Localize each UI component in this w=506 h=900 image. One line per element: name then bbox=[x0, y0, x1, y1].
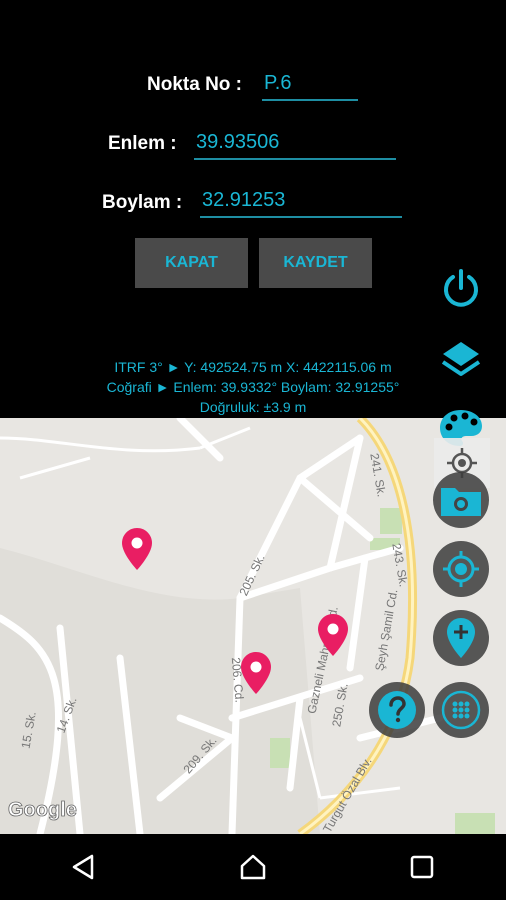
camera-folder-button[interactable] bbox=[433, 472, 489, 528]
back-icon bbox=[73, 854, 94, 880]
add-marker-button[interactable] bbox=[433, 610, 489, 666]
power-button[interactable] bbox=[433, 260, 489, 316]
geographic-coordinates: Coğrafi ► Enlem: 39.9332° Boylam: 32.912… bbox=[106, 379, 400, 395]
home-icon bbox=[240, 854, 266, 880]
save-button[interactable]: KAYDET bbox=[259, 238, 372, 288]
accuracy-text: Doğruluk: ±3.9 m bbox=[199, 399, 307, 415]
my-location-icon bbox=[443, 551, 479, 587]
grid-menu-icon bbox=[441, 690, 481, 730]
help-button[interactable] bbox=[369, 682, 425, 738]
help-icon bbox=[378, 691, 416, 729]
latitude-field[interactable]: 39.93506 bbox=[194, 131, 396, 160]
layers-icon bbox=[441, 342, 481, 376]
add-marker-icon bbox=[447, 618, 475, 658]
home-button[interactable] bbox=[233, 847, 273, 887]
point-no-field[interactable]: P.6 bbox=[262, 72, 358, 101]
itrf-coordinates: ITRF 3° ► Y: 492524.75 m X: 4422115.06 m bbox=[114, 359, 392, 375]
map-roads bbox=[0, 418, 506, 834]
longitude-label: Boylam : bbox=[102, 192, 183, 213]
map-view[interactable]: 241. Sk. 243. Sk. 205. Sk. 206. Cd. Gazn… bbox=[0, 418, 506, 834]
my-location-button[interactable] bbox=[433, 541, 489, 597]
recents-icon bbox=[410, 855, 433, 879]
grid-menu-button[interactable] bbox=[433, 682, 489, 738]
map-marker[interactable] bbox=[122, 528, 152, 570]
google-attribution: Google bbox=[8, 799, 78, 822]
recents-button[interactable] bbox=[402, 847, 442, 887]
map-marker[interactable] bbox=[318, 614, 348, 656]
camera-folder-icon bbox=[441, 488, 481, 516]
map-marker[interactable] bbox=[241, 652, 271, 694]
point-no-label: Nokta No : bbox=[147, 74, 242, 95]
latitude-label: Enlem : bbox=[108, 133, 177, 154]
power-icon bbox=[444, 269, 478, 307]
close-button[interactable]: KAPAT bbox=[135, 238, 248, 288]
layers-button[interactable] bbox=[433, 332, 489, 388]
back-button[interactable] bbox=[64, 847, 104, 887]
navigation-bar bbox=[0, 834, 506, 900]
longitude-field[interactable]: 32.91253 bbox=[200, 189, 402, 218]
